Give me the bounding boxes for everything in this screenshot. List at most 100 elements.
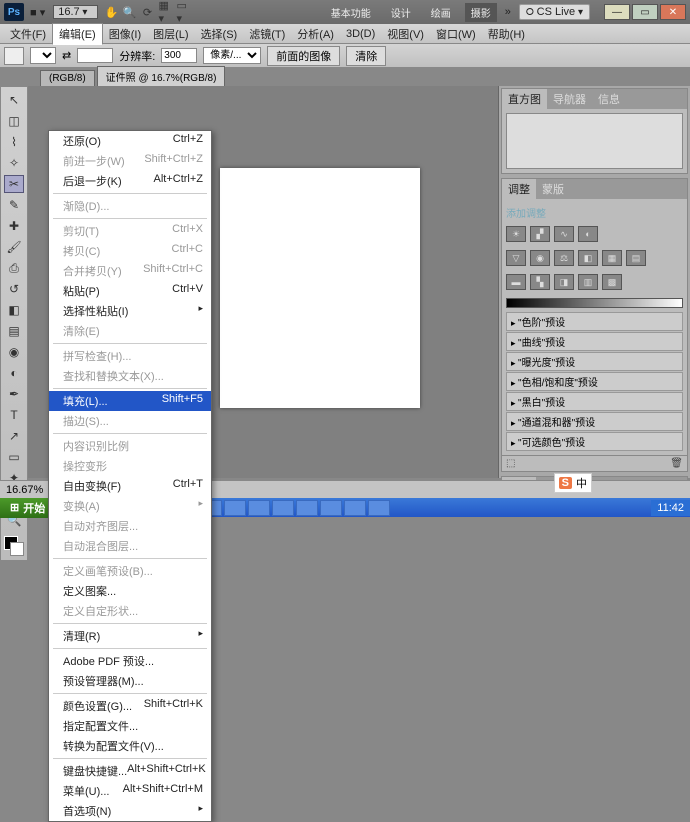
dodge-tool[interactable]: ◐ (4, 364, 24, 382)
edit-menu-item[interactable]: 转换为配置文件(V)... (49, 736, 211, 756)
photofilter-icon[interactable]: ▦ (602, 250, 622, 266)
arrange-icon[interactable]: ▦ ▾ (158, 5, 172, 19)
path-tool[interactable]: ↗ (4, 427, 24, 445)
adjust-clip-icon[interactable]: ⬚ (506, 458, 515, 469)
document-canvas[interactable] (220, 168, 420, 408)
edit-menu-item[interactable]: 菜单(U)...Alt+Shift+Ctrl+M (49, 781, 211, 801)
menu-file[interactable]: 文件(F) (4, 24, 52, 44)
more-workspaces[interactable]: » (505, 6, 511, 18)
start-button[interactable]: ⊞ 开始 (0, 498, 55, 518)
zoom-icon[interactable]: 🔍 (122, 5, 136, 19)
menu-3d[interactable]: 3D(D) (340, 26, 381, 42)
tab-navigator[interactable]: 导航器 (547, 89, 592, 109)
lasso-tool[interactable]: ⌇ (4, 133, 24, 151)
preset-bw[interactable]: "黑白"预设 (506, 392, 683, 411)
tab-masks[interactable]: 蒙版 (536, 179, 570, 199)
move-tool[interactable]: ↖ (4, 91, 24, 109)
blur-tool[interactable]: ◉ (4, 343, 24, 361)
window-maximize[interactable]: ▭ (632, 4, 658, 20)
resolution-input[interactable] (161, 48, 197, 63)
edit-menu-item[interactable]: 定义图案... (49, 581, 211, 601)
invert-icon[interactable]: ▬ (506, 274, 526, 290)
color-swatch[interactable] (4, 536, 24, 556)
edit-menu-item[interactable]: 键盘快捷键...Alt+Shift+Ctrl+K (49, 761, 211, 781)
menu-layer[interactable]: 图层(L) (147, 24, 194, 44)
preset-curves[interactable]: "曲线"预设 (506, 332, 683, 351)
edit-menu-item[interactable]: Adobe PDF 预设... (49, 651, 211, 671)
eraser-tool[interactable]: ◧ (4, 301, 24, 319)
crop-width-input[interactable] (77, 48, 113, 63)
rotate-icon[interactable]: ⟳ (140, 5, 154, 19)
taskbar-item[interactable] (368, 500, 390, 516)
ime-badge[interactable]: S 中 (554, 473, 592, 493)
wand-tool[interactable]: ✧ (4, 154, 24, 172)
eyedropper-tool[interactable]: ✎ (4, 196, 24, 214)
taskbar-item[interactable] (344, 500, 366, 516)
colorbalance-icon[interactable]: ⚖ (554, 250, 574, 266)
resolution-unit[interactable]: 像素/... (203, 47, 261, 64)
window-close[interactable]: ✕ (660, 4, 686, 20)
curves-icon[interactable]: ∿ (554, 226, 574, 242)
preset-hue[interactable]: "色相/饱和度"预设 (506, 372, 683, 391)
tab-histogram[interactable]: 直方图 (502, 89, 547, 109)
preset-selcolor[interactable]: "可选颜色"预设 (506, 432, 683, 451)
gradient-tool[interactable]: ▤ (4, 322, 24, 340)
doc-tab-2[interactable]: 证件照 @ 16.7%(RGB/8) (97, 66, 226, 86)
edit-menu-item[interactable]: 清理(R)▸ (49, 626, 211, 646)
bw-icon[interactable]: ◧ (578, 250, 598, 266)
menu-filter[interactable]: 滤镜(T) (243, 24, 291, 44)
taskbar-item[interactable] (296, 500, 318, 516)
pen-tool[interactable]: ✒ (4, 385, 24, 403)
menu-window[interactable]: 窗口(W) (430, 24, 482, 44)
screen-icon[interactable]: ▭ ▾ (176, 5, 190, 19)
preset-exposure[interactable]: "曝光度"预设 (506, 352, 683, 371)
workspace-painting[interactable]: 绘画 (425, 3, 457, 22)
menu-analysis[interactable]: 分析(A) (291, 24, 340, 44)
exposure-icon[interactable]: ◐ (578, 226, 598, 242)
tab-info[interactable]: 信息 (592, 89, 626, 109)
stamp-tool[interactable]: ⎙ (4, 259, 24, 277)
status-zoom[interactable]: 16.67% (6, 484, 43, 496)
preset-levels[interactable]: "色阶"预设 (506, 312, 683, 331)
workspace-essentials[interactable]: 基本功能 (325, 3, 377, 22)
vibrance-icon[interactable]: ▽ (506, 250, 526, 266)
channelmix-icon[interactable]: ▤ (626, 250, 646, 266)
healing-tool[interactable]: ✚ (4, 217, 24, 235)
selcolor-icon[interactable]: ▩ (602, 274, 622, 290)
menu-edit[interactable]: 编辑(E) (52, 23, 103, 45)
swap-icon[interactable]: ⇄ (62, 49, 71, 62)
menu-select[interactable]: 选择(S) (195, 24, 244, 44)
history-brush-tool[interactable]: ↺ (4, 280, 24, 298)
menu-view[interactable]: 视图(V) (381, 24, 430, 44)
menu-image[interactable]: 图像(I) (103, 24, 147, 44)
system-tray[interactable]: 11:42 (651, 500, 690, 516)
front-image-button[interactable]: 前面的图像 (267, 46, 340, 66)
window-minimize[interactable]: — (604, 4, 630, 20)
preset-channelmix[interactable]: "通道混和器"预设 (506, 412, 683, 431)
edit-menu-item[interactable]: 选择性粘贴(I)▸ (49, 301, 211, 321)
shape-tool[interactable]: ▭ (4, 448, 24, 466)
edit-menu-item[interactable]: 预设管理器(M)... (49, 671, 211, 691)
menu-flyout-icon[interactable]: ■ ▾ (30, 6, 45, 19)
crop-tool-preset[interactable] (4, 47, 24, 65)
edit-menu-item[interactable]: 粘贴(P)Ctrl+V (49, 281, 211, 301)
levels-icon[interactable]: ▞ (530, 226, 550, 242)
brightness-icon[interactable]: ☀ (506, 226, 526, 242)
hand-icon[interactable]: ✋ (104, 5, 118, 19)
edit-menu-item[interactable]: 自由变换(F)Ctrl+T (49, 476, 211, 496)
hue-icon[interactable]: ◉ (530, 250, 550, 266)
adjust-trash-icon[interactable]: 🗑 (670, 458, 683, 469)
workspace-photography[interactable]: 摄影 (465, 3, 497, 22)
cs-live-button[interactable]: ⭘ CS Live ▾ (519, 4, 590, 20)
threshold-icon[interactable]: ◨ (554, 274, 574, 290)
taskbar-item[interactable] (320, 500, 342, 516)
crop-aspect-dropdown[interactable] (30, 47, 56, 64)
workspace-design[interactable]: 设计 (385, 3, 417, 22)
tab-adjustments[interactable]: 调整 (502, 179, 536, 199)
brush-tool[interactable]: 🖌 (4, 238, 24, 256)
taskbar-item[interactable] (272, 500, 294, 516)
posterize-icon[interactable]: ▚ (530, 274, 550, 290)
marquee-tool[interactable]: ◫ (4, 112, 24, 130)
edit-menu-item[interactable]: 后退一步(K)Alt+Ctrl+Z (49, 171, 211, 191)
zoom-dropdown[interactable]: 16.7 ▾ (53, 5, 98, 19)
